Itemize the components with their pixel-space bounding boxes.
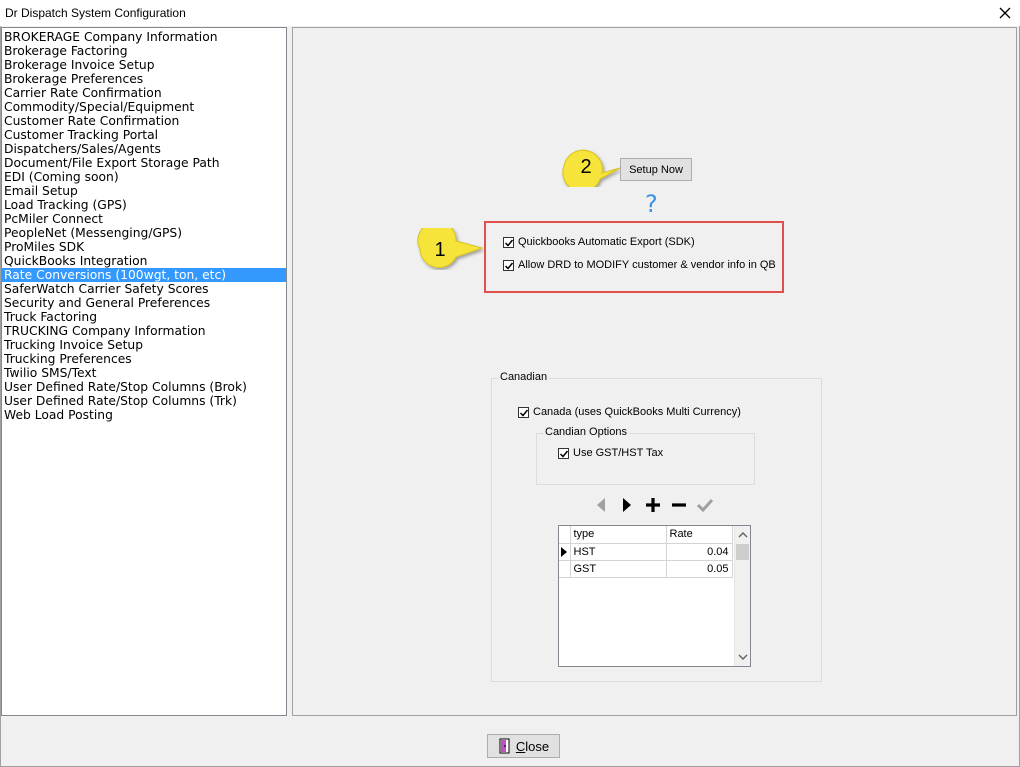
grid-vertical-scrollbar[interactable] [734,526,750,666]
sidebar-item[interactable]: Customer Tracking Portal [2,128,286,142]
help-question-icon[interactable]: ? [645,190,658,218]
sidebar-item[interactable]: Carrier Rate Confirmation [2,86,286,100]
table-row[interactable]: GST 0.05 [559,560,733,578]
cell-type[interactable]: HST [570,543,667,561]
sidebar-item[interactable]: Commodity/Special/Equipment [2,100,286,114]
sidebar-item[interactable]: Brokerage Preferences [2,72,286,86]
canadian-group-label: Canadian [498,371,550,383]
candian-options-group: Candian Options [536,426,755,485]
sidebar-item[interactable]: Trucking Preferences [2,352,286,366]
canada-label: Canada (uses QuickBooks Multi Currency) [533,406,741,418]
sidebar-item[interactable]: PeopleNet (Messenging/GPS) [2,226,286,240]
next-icon[interactable] [618,496,636,514]
checkbox-box[interactable] [503,236,514,248]
remove-icon[interactable] [670,496,688,514]
sidebar-item[interactable]: QuickBooks Integration [2,254,286,268]
title-bar: Dr Dispatch System Configuration [0,0,1020,26]
setup-now-button[interactable]: Setup Now [620,158,692,181]
quickbooks-auto-export-label: Quickbooks Automatic Export (SDK) [518,236,695,248]
checkbox-box[interactable] [503,259,514,271]
sidebar-item[interactable]: SaferWatch Carrier Safety Scores [2,282,286,296]
sidebar-item[interactable]: Web Load Posting [2,408,286,422]
sidebar-item[interactable]: Brokerage Factoring [2,44,286,58]
quickbooks-auto-export-checkbox[interactable]: Quickbooks Automatic Export (SDK) [503,236,695,248]
door-exit-icon [499,738,510,754]
canada-checkbox[interactable]: Canada (uses QuickBooks Multi Currency) [518,406,741,418]
use-gst-hst-checkbox[interactable]: Use GST/HST Tax [558,447,663,459]
callout-2-badge: 2 [562,149,621,187]
sidebar-item[interactable]: Security and General Preferences [2,296,286,310]
sidebar-item[interactable]: EDI (Coming soon) [2,170,286,184]
close-button[interactable]: Close [487,734,560,758]
callout-2-label: 2 [580,156,591,178]
allow-modify-checkbox[interactable]: Allow DRD to MODIFY customer & vendor in… [503,259,776,271]
sidebar-item[interactable]: Truck Factoring [2,310,286,324]
grid-header-row: type Rate [559,526,733,544]
scroll-thumb[interactable] [736,544,749,560]
sidebar-item[interactable]: Trucking Invoice Setup [2,338,286,352]
confirm-icon[interactable] [696,496,714,514]
sidebar-item[interactable]: Brokerage Invoice Setup [2,58,286,72]
table-row[interactable]: HST 0.04 [559,543,733,561]
column-header-rate[interactable]: Rate [666,526,733,544]
sidebar-item[interactable]: Email Setup [2,184,286,198]
record-navigator [592,496,714,514]
sidebar-item[interactable]: User Defined Rate/Stop Columns (Trk) [2,394,286,408]
config-category-list[interactable]: BROKERAGE Company Information Brokerage F… [1,27,287,716]
allow-modify-label: Allow DRD to MODIFY customer & vendor in… [518,259,776,271]
checkbox-box[interactable] [558,447,569,459]
callout-1-label: 1 [434,239,445,261]
column-header-type[interactable]: type [570,526,667,544]
cell-rate[interactable]: 0.04 [666,543,733,561]
prev-icon[interactable] [592,496,610,514]
row-indicator [559,560,571,578]
close-button-label: Close [515,738,550,754]
current-row-arrow-icon [561,546,568,557]
cell-rate[interactable]: 0.05 [666,560,733,578]
callout-1-badge: 1 [417,228,484,269]
add-icon[interactable] [644,496,662,514]
candian-options-label: Candian Options [543,426,629,438]
sidebar-item[interactable]: Document/File Export Storage Path [2,156,286,170]
row-indicator [559,543,571,561]
sidebar-item[interactable]: TRUCKING Company Information [2,324,286,338]
cell-type[interactable]: GST [570,560,667,578]
sidebar-item[interactable]: Twilio SMS/Text [2,366,286,380]
quickbooks-options-highlight [484,221,784,293]
checkbox-box[interactable] [518,406,529,418]
sidebar-item[interactable]: ProMiles SDK [2,240,286,254]
tax-rate-grid[interactable]: type Rate HST 0.04 GST 0.05 [558,525,751,667]
scroll-down-icon [738,654,748,660]
close-icon [999,7,1011,19]
window-title: Dr Dispatch System Configuration [5,6,186,20]
close-window-button[interactable] [990,0,1020,26]
sidebar-item[interactable]: Load Tracking (GPS) [2,198,286,212]
sidebar-item[interactable]: Customer Rate Confirmation [2,114,286,128]
sidebar-item[interactable]: User Defined Rate/Stop Columns (Brok) [2,380,286,394]
sidebar-item[interactable]: BROKERAGE Company Information [2,30,286,44]
sidebar-item[interactable]: Dispatchers/Sales/Agents [2,142,286,156]
scroll-up-icon [738,532,748,538]
indicator-header [559,526,571,544]
sidebar-item[interactable]: PcMiler Connect [2,212,286,226]
use-gst-hst-label: Use GST/HST Tax [573,447,664,459]
sidebar-item[interactable]: Rate Conversions (100wgt, ton, etc) [2,268,286,282]
